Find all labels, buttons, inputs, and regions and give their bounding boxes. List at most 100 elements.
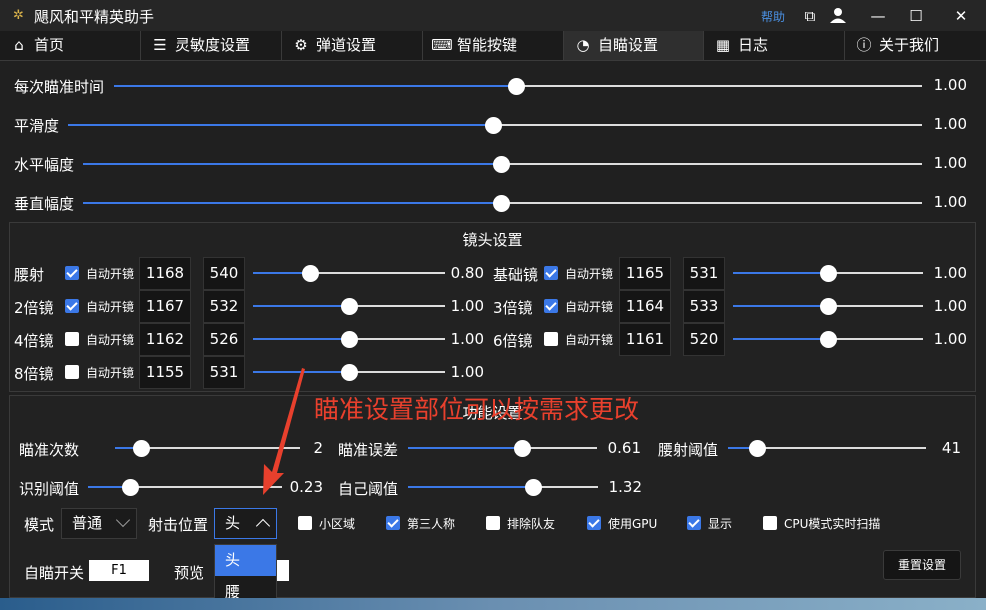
reset-settings-button[interactable]: 重置设置 [883, 550, 961, 580]
mode-select[interactable]: 普通 [61, 508, 137, 539]
slider-value: 1.00 [450, 363, 484, 381]
slider-track[interactable] [408, 447, 597, 449]
slider-handle[interactable] [525, 479, 542, 496]
lens-name: 基础镜 [493, 266, 539, 284]
maximize-icon[interactable]: ☐ [906, 6, 926, 26]
tab-about[interactable]: ⓘ 关于我们 [845, 31, 986, 60]
calendar-icon: ▦ [715, 36, 731, 54]
auto-scope-checkbox[interactable] [65, 299, 79, 313]
tab-sensitivity[interactable]: ☰ 灵敏度设置 [141, 31, 282, 60]
slider-value: 1.00 [933, 154, 967, 172]
tab-log[interactable]: ▦ 日志 [704, 31, 845, 60]
aim-toggle-hotkey-input[interactable]: F1 [89, 560, 149, 581]
slider-handle[interactable] [493, 156, 510, 173]
slider-label: 瞄准误差 [338, 441, 399, 459]
app-title: 飓风和平精英助手 [34, 8, 155, 26]
user-icon[interactable] [828, 6, 848, 26]
tab-trajectory[interactable]: ⚙ 弹道设置 [282, 31, 423, 60]
tab-smart-keys[interactable]: ⌨ 智能按键 [423, 31, 564, 60]
tab-home[interactable]: ⌂ 首页 [0, 31, 141, 60]
dropdown-option-head[interactable]: 头 [215, 545, 276, 576]
slider-handle[interactable] [514, 440, 531, 457]
slider-label: 水平幅度 [14, 156, 75, 174]
tab-label: 日志 [738, 36, 769, 54]
annotation-text: 瞄准设置部位可以按需求更改 [314, 395, 640, 424]
use-gpu-label: 使用GPU [608, 517, 658, 531]
auto-scope-checkbox[interactable] [544, 299, 558, 313]
slider-handle[interactable] [122, 479, 139, 496]
aim-toggle-label: 自瞄开关 [24, 564, 85, 582]
lens-x-input[interactable]: 1165 [619, 257, 671, 290]
slider-handle[interactable] [749, 440, 766, 457]
lens-y-input[interactable]: 520 [683, 323, 725, 356]
pin-icon[interactable]: ⧉ [800, 6, 820, 26]
auto-scope-checkbox[interactable] [65, 332, 79, 346]
tab-aim-settings[interactable]: ◔ 自瞄设置 [564, 31, 704, 60]
lens-x-input[interactable]: 1164 [619, 290, 671, 323]
slider-label: 平滑度 [14, 117, 60, 135]
slider-label: 自己阈值 [338, 480, 399, 498]
slider-label: 瞄准次数 [19, 441, 80, 459]
slider-handle[interactable] [820, 331, 837, 348]
annotation-arrow-icon [263, 368, 305, 495]
lens-x-input[interactable]: 1161 [619, 323, 671, 356]
slider-track[interactable] [253, 272, 445, 274]
use-gpu-checkbox[interactable] [587, 516, 601, 530]
slider-handle[interactable] [341, 364, 358, 381]
auto-scope-label: 自动开镜 [565, 267, 614, 281]
minimize-icon[interactable]: — [868, 6, 888, 26]
slider-handle[interactable] [485, 117, 502, 134]
sliders-icon: ☰ [153, 36, 167, 54]
chevron-up-icon [255, 518, 271, 534]
target-position-select[interactable]: 头 [214, 508, 277, 539]
slider-handle[interactable] [820, 265, 837, 282]
lens-name: 8倍镜 [14, 365, 54, 383]
slider-handle[interactable] [341, 331, 358, 348]
lens-y-input[interactable]: 526 [203, 323, 245, 356]
lens-name: 3倍镜 [493, 299, 533, 317]
lens-x-input[interactable]: 1162 [139, 323, 191, 356]
lens-x-input[interactable]: 1168 [139, 257, 191, 290]
auto-scope-checkbox[interactable] [65, 365, 79, 379]
slider-label: 腰射阈值 [658, 441, 719, 459]
title-bar: ✲ 飓风和平精英助手 帮助 ⧉ — ☐ ✕ [0, 0, 986, 31]
slider-value: 1.00 [933, 115, 967, 133]
target-value: 头 [225, 514, 241, 532]
slider-handle[interactable] [508, 78, 525, 95]
auto-scope-label: 自动开镜 [565, 333, 614, 347]
slider-label: 每次瞄准时间 [14, 78, 105, 96]
lens-x-input[interactable]: 1155 [139, 356, 191, 389]
display-checkbox[interactable] [687, 516, 701, 530]
lens-y-input[interactable]: 531 [683, 257, 725, 290]
lens-x-input[interactable]: 1167 [139, 290, 191, 323]
target-label: 射击位置 [148, 516, 209, 534]
slider-track[interactable] [408, 486, 598, 488]
help-link[interactable]: 帮助 [761, 8, 785, 25]
auto-scope-label: 自动开镜 [86, 267, 135, 281]
slider-handle[interactable] [133, 440, 150, 457]
exclude-teammates-checkbox[interactable] [486, 516, 500, 530]
auto-scope-label: 自动开镜 [86, 333, 135, 347]
slider-handle[interactable] [820, 298, 837, 315]
small-area-checkbox[interactable] [298, 516, 312, 530]
ai-icon: ◔ [576, 36, 590, 54]
slider-handle[interactable] [341, 298, 358, 315]
auto-scope-checkbox[interactable] [65, 266, 79, 280]
close-icon[interactable]: ✕ [951, 6, 971, 26]
auto-scope-checkbox[interactable] [544, 332, 558, 346]
lens-y-input[interactable]: 532 [203, 290, 245, 323]
third-person-checkbox[interactable] [386, 516, 400, 530]
slider-handle[interactable] [493, 195, 510, 212]
slider-handle[interactable] [302, 265, 319, 282]
app-logo-icon: ✲ [13, 8, 24, 23]
lens-y-input[interactable]: 540 [203, 257, 245, 290]
cpu-realtime-scan-checkbox[interactable] [763, 516, 777, 530]
lens-y-input[interactable]: 533 [683, 290, 725, 323]
tab-label: 首页 [34, 36, 65, 54]
slider-value: 1.00 [933, 76, 967, 94]
lens-name: 4倍镜 [14, 332, 54, 350]
tab-label: 灵敏度设置 [175, 36, 251, 54]
info-icon: ⓘ [856, 36, 872, 54]
auto-scope-checkbox[interactable] [544, 266, 558, 280]
lens-y-input[interactable]: 531 [203, 356, 245, 389]
